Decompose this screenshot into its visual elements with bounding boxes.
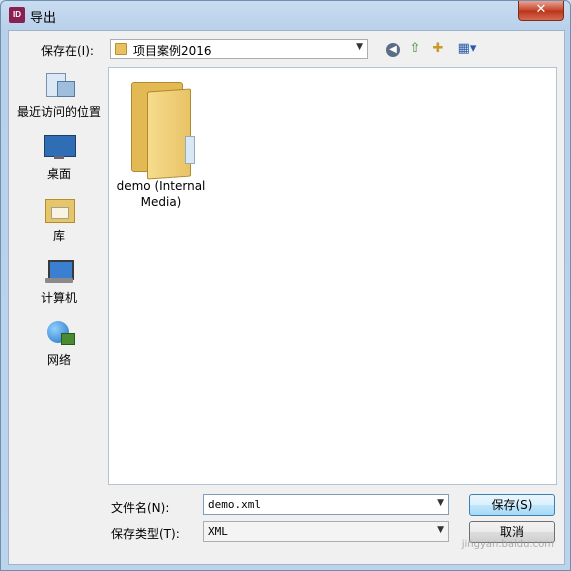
place-label: 桌面 xyxy=(46,167,71,181)
chevron-down-icon[interactable]: ▼ xyxy=(437,498,444,508)
save-button[interactable]: 保存(S) xyxy=(469,494,555,516)
window-title: 导出 xyxy=(30,11,57,26)
current-location: 项目案例2016 xyxy=(133,44,212,58)
filename-combobox[interactable]: ▼ xyxy=(203,494,449,515)
place-network[interactable]: 网络 xyxy=(11,319,107,368)
new-folder-icon: ✚ xyxy=(432,41,444,56)
place-computer[interactable]: 计算机 xyxy=(11,257,107,306)
place-recent[interactable]: 最近访问的位置 xyxy=(11,71,107,120)
close-button[interactable]: ✕ xyxy=(518,1,564,21)
place-library[interactable]: 库 xyxy=(11,195,107,244)
list-item[interactable]: demo (Internal Media) xyxy=(115,76,207,210)
filetype-combobox[interactable]: XML ▼ xyxy=(203,521,449,542)
filename-label: 文件名(N): xyxy=(111,501,170,515)
file-name: demo (Internal Media) xyxy=(116,179,206,209)
up-one-level-button[interactable]: ⇧ xyxy=(406,40,424,58)
new-folder-button[interactable]: ✚ xyxy=(429,40,447,58)
folder-icon xyxy=(129,76,195,180)
chevron-down-icon[interactable]: ▼ xyxy=(437,525,444,535)
library-icon xyxy=(43,195,75,223)
view-icon: ▦▾ xyxy=(457,41,477,56)
place-desktop[interactable]: 桌面 xyxy=(11,133,107,182)
export-dialog: ID 导出 ✕ 保存在(I): 项目案例2016 ▼ ◀ ⇧ ✚ ▦▾ 最近访问… xyxy=(0,0,571,571)
desktop-icon xyxy=(43,133,76,161)
indesign-app-icon: ID xyxy=(9,7,25,23)
dialog-client-area: 保存在(I): 项目案例2016 ▼ ◀ ⇧ ✚ ▦▾ 最近访问的位置 桌面 库 xyxy=(8,30,565,565)
up-folder-icon: ⇧ xyxy=(409,41,421,56)
place-label: 计算机 xyxy=(40,291,77,305)
filename-input[interactable] xyxy=(208,497,418,512)
computer-icon xyxy=(43,257,75,285)
network-icon xyxy=(43,319,75,347)
chevron-down-icon[interactable]: ▼ xyxy=(356,42,363,52)
place-label: 库 xyxy=(52,229,65,243)
back-button[interactable]: ◀ xyxy=(384,40,402,58)
places-bar: 最近访问的位置 桌面 库 计算机 网络 xyxy=(11,67,107,485)
watermark: jingyan.baidu.com xyxy=(461,539,554,550)
filetype-value: XML xyxy=(208,525,228,538)
place-label: 最近访问的位置 xyxy=(16,105,101,119)
folder-icon xyxy=(115,43,127,55)
view-menu-button[interactable]: ▦▾ xyxy=(453,40,481,58)
filetype-label: 保存类型(T): xyxy=(111,527,180,541)
title-bar[interactable]: ID 导出 ✕ xyxy=(1,1,570,29)
save-in-combobox[interactable]: 项目案例2016 ▼ xyxy=(110,39,368,59)
back-arrow-icon: ◀ xyxy=(386,43,400,57)
recent-places-icon xyxy=(43,71,75,99)
save-in-label: 保存在(I): xyxy=(41,44,94,58)
place-label: 网络 xyxy=(46,353,71,367)
file-list-view[interactable]: demo (Internal Media) xyxy=(108,67,557,485)
